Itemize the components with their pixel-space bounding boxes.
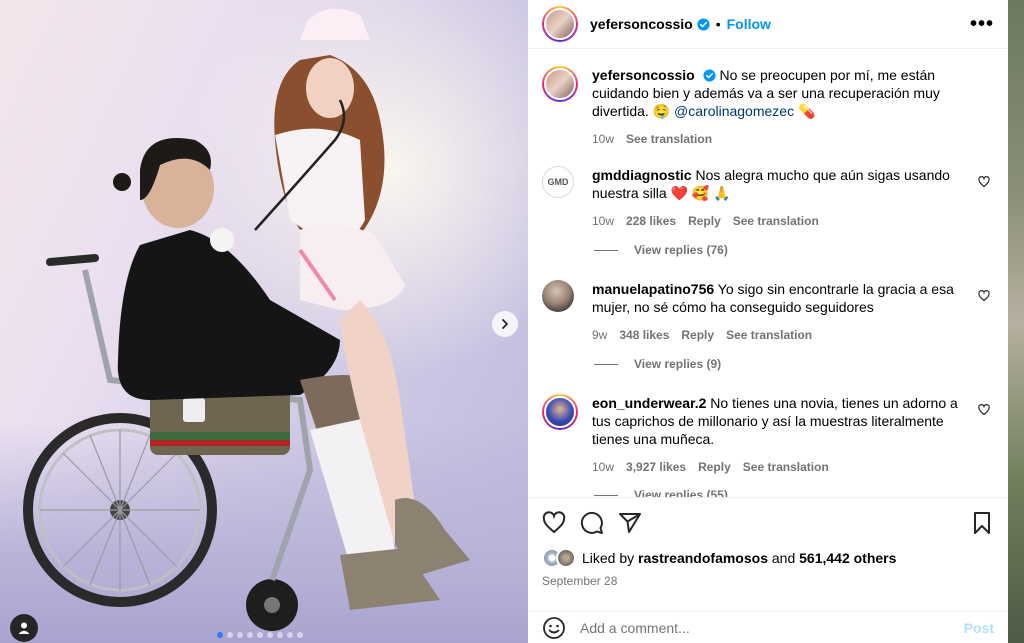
more-icon[interactable]: ••• bbox=[970, 13, 994, 36]
commenter-avatar[interactable]: GMD bbox=[542, 166, 574, 198]
likes-prefix: Liked by bbox=[582, 550, 635, 566]
commenter-username[interactable]: eon_underwear.2 bbox=[592, 395, 706, 411]
comment-time[interactable]: 9w bbox=[592, 326, 607, 344]
translate-button[interactable]: See translation bbox=[743, 458, 829, 476]
caption-username[interactable]: yefersoncossio bbox=[592, 67, 695, 83]
post-date[interactable]: September 28 bbox=[528, 568, 1008, 588]
view-replies-label[interactable]: View replies (76) bbox=[634, 243, 728, 257]
liker-avatar[interactable] bbox=[556, 548, 576, 568]
commenter-username[interactable]: gmddiagnostic bbox=[592, 167, 692, 183]
caption-avatar[interactable] bbox=[542, 66, 578, 102]
likes-user[interactable]: rastreandofamosos bbox=[638, 550, 768, 566]
carousel-dot bbox=[277, 632, 283, 638]
author-username[interactable]: yefersoncossio bbox=[590, 16, 693, 32]
carousel-dot bbox=[237, 632, 243, 638]
heart-icon[interactable] bbox=[978, 176, 990, 188]
verified-icon bbox=[703, 69, 716, 82]
next-image-button[interactable] bbox=[492, 311, 518, 337]
translate-button[interactable]: See translation bbox=[733, 212, 819, 230]
commenter-username[interactable]: manuelapatino756 bbox=[592, 281, 714, 297]
carousel-dot bbox=[247, 632, 253, 638]
emoji-icon[interactable] bbox=[542, 616, 566, 640]
user-tag-icon bbox=[18, 622, 30, 634]
view-replies-label[interactable]: View replies (9) bbox=[634, 357, 721, 371]
caption-mention[interactable]: @carolinagomezec bbox=[674, 103, 794, 119]
comment-time[interactable]: 10w bbox=[592, 458, 614, 476]
photo-scene bbox=[23, 8, 470, 631]
comment-likes[interactable]: 228 likes bbox=[626, 212, 676, 230]
post-header: yefersoncossio • Follow ••• bbox=[528, 0, 1008, 49]
view-replies-label[interactable]: View replies (55) bbox=[634, 488, 728, 497]
post-actions: Liked by rastreandofamosos and 561,442 o… bbox=[528, 497, 1008, 588]
author-avatar[interactable] bbox=[542, 6, 578, 42]
heart-icon[interactable] bbox=[542, 511, 566, 535]
chevron-right-icon bbox=[502, 319, 508, 329]
commenter-avatar[interactable] bbox=[542, 394, 578, 430]
add-comment-bar: Post bbox=[528, 611, 1008, 643]
reply-button[interactable]: Reply bbox=[681, 326, 714, 344]
heart-icon[interactable] bbox=[978, 290, 990, 302]
view-replies-button[interactable]: View replies (9) bbox=[594, 357, 721, 371]
carousel-dot bbox=[287, 632, 293, 638]
background-page bbox=[1008, 0, 1024, 643]
caption-time[interactable]: 10w bbox=[592, 130, 614, 148]
separator: • bbox=[715, 16, 721, 32]
comment-input[interactable] bbox=[580, 619, 940, 636]
translate-button[interactable]: See translation bbox=[726, 326, 812, 344]
caption-emoji: 💊 bbox=[797, 103, 816, 119]
comment-likes[interactable]: 3,927 likes bbox=[626, 458, 686, 476]
comments-list[interactable]: yefersoncossio No se preocupen por mí, m… bbox=[528, 50, 1008, 497]
comment-item: GMD gmddiagnostic Nos alegra mucho que a… bbox=[542, 166, 994, 230]
carousel-dot bbox=[227, 632, 233, 638]
comment-item: eon_underwear.2 No tienes una novia, tie… bbox=[542, 394, 994, 476]
carousel-dot bbox=[297, 632, 303, 638]
save-icon[interactable] bbox=[970, 511, 994, 535]
reply-button[interactable]: Reply bbox=[698, 458, 731, 476]
carousel-dot bbox=[257, 632, 263, 638]
post-detail-panel: yefersoncossio • Follow ••• yefersoncoss… bbox=[528, 0, 1008, 643]
carousel-dot bbox=[267, 632, 273, 638]
carousel-indicator bbox=[217, 632, 303, 638]
comment-item: manuelapatino756 Yo sigo sin encontrarle… bbox=[542, 280, 994, 344]
follow-button[interactable]: Follow bbox=[727, 16, 771, 32]
carousel-dot bbox=[217, 632, 223, 638]
comment-time[interactable]: 10w bbox=[592, 212, 614, 230]
comment-icon[interactable] bbox=[580, 511, 604, 535]
post-caption: yefersoncossio No se preocupen por mí, m… bbox=[542, 66, 994, 148]
reply-button[interactable]: Reply bbox=[688, 212, 721, 230]
view-replies-button[interactable]: View replies (76) bbox=[594, 243, 728, 257]
view-replies-button[interactable]: View replies (55) bbox=[594, 488, 728, 497]
verified-icon bbox=[697, 17, 710, 31]
post-image[interactable] bbox=[0, 0, 528, 643]
likes-conj: and bbox=[771, 550, 796, 566]
likes-summary: Liked by rastreandofamosos and 561,442 o… bbox=[528, 548, 1008, 568]
avatar-text: GMD bbox=[547, 177, 569, 187]
likes-count[interactable]: 561,442 others bbox=[799, 550, 896, 566]
comment-likes[interactable]: 348 likes bbox=[619, 326, 669, 344]
heart-icon[interactable] bbox=[978, 404, 990, 416]
post-comment-button[interactable]: Post bbox=[964, 620, 994, 636]
caption-translate[interactable]: See translation bbox=[626, 130, 712, 148]
commenter-avatar[interactable] bbox=[542, 280, 574, 312]
user-tag-button[interactable] bbox=[10, 614, 38, 642]
share-icon[interactable] bbox=[618, 511, 642, 535]
